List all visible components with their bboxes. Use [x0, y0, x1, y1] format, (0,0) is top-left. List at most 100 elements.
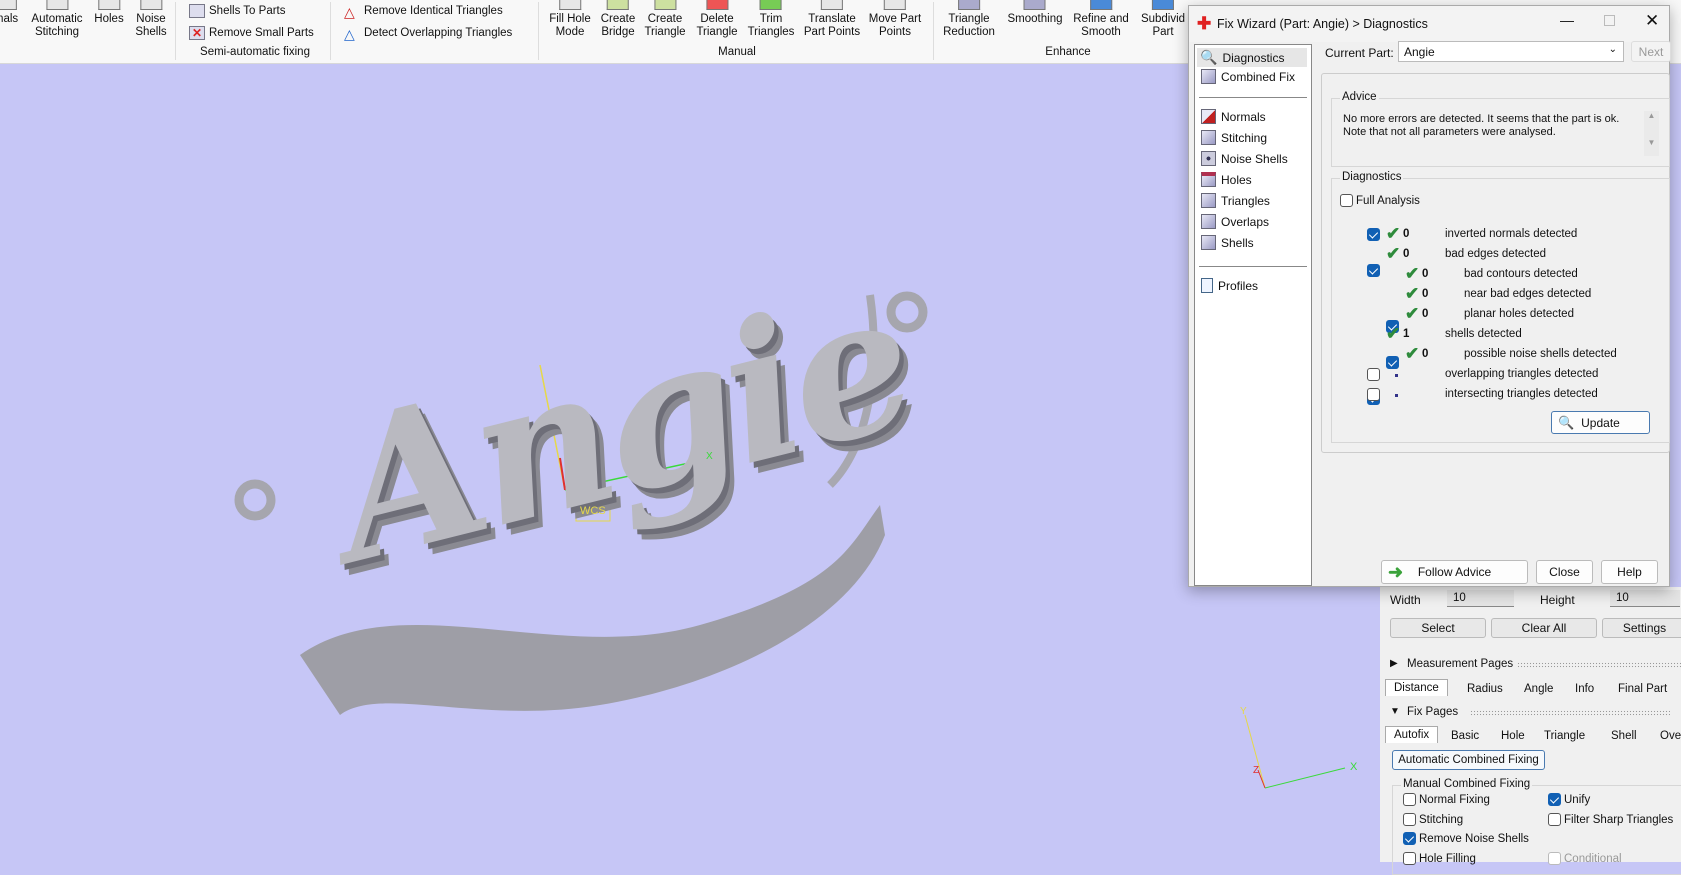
measurement-pages-header[interactable]: Measurement Pages: [1407, 658, 1513, 670]
stitching-icon: [1201, 130, 1216, 145]
advice-scrollbar[interactable]: ▲ ▼: [1644, 111, 1659, 156]
close-button[interactable]: Close: [1536, 560, 1593, 584]
button-label: Shells To Parts: [209, 5, 286, 17]
automatic-combined-fixing-button[interactable]: Automatic Combined Fixing: [1392, 750, 1545, 770]
diagnostics-title: Diagnostics: [1340, 171, 1404, 183]
row-checkbox[interactable]: [1367, 228, 1380, 241]
row-label: bad contours detected: [1464, 268, 1578, 280]
trim-triangles-button[interactable]: Trim Triangles: [748, 0, 794, 39]
nav-triangles[interactable]: Triangles: [1201, 193, 1270, 208]
shells-to-parts-icon: [189, 4, 205, 18]
tab-radius[interactable]: Radius: [1467, 683, 1503, 695]
fix-pages-header[interactable]: Fix Pages: [1407, 706, 1458, 718]
tab-hole[interactable]: Hole: [1501, 730, 1525, 742]
smoothing-icon: [1023, 0, 1046, 10]
select-button[interactable]: Select: [1390, 618, 1486, 638]
dialog-titlebar[interactable]: ✚ Fix Wizard (Part: Angie) > Diagnostics…: [1189, 6, 1669, 42]
create-triangle-button[interactable]: Create Triangle: [644, 0, 686, 39]
holes-button[interactable]: Holes: [94, 0, 124, 26]
tab-final-part[interactable]: Final Part: [1618, 683, 1667, 695]
row-count: 1: [1403, 328, 1410, 340]
triangle-reduction-button[interactable]: Triangle Reduction: [943, 0, 995, 39]
height-input[interactable]: 10: [1610, 590, 1680, 607]
maximize-button[interactable]: [1604, 15, 1615, 26]
move-points-icon: [883, 0, 906, 10]
settings-button[interactable]: Settings: [1602, 618, 1681, 638]
normal-fixing-checkbox[interactable]: Normal Fixing: [1403, 793, 1490, 806]
noise-shells-button[interactable]: Noise Shells: [135, 0, 167, 39]
nav-profiles[interactable]: Profiles: [1201, 278, 1258, 293]
nav-label: Combined Fix: [1221, 69, 1296, 84]
nav-stitching[interactable]: Stitching: [1201, 130, 1267, 145]
row-checkbox[interactable]: [1367, 368, 1380, 381]
close-window-button[interactable]: ✕: [1645, 11, 1659, 31]
x-axis-label: X: [706, 451, 713, 462]
button-label: Triangle: [948, 13, 990, 25]
filter-sharp-triangles-checkbox[interactable]: Filter Sharp Triangles: [1548, 813, 1673, 826]
nav-noise-shells[interactable]: Noise Shells: [1201, 151, 1288, 166]
nav-diagnostics[interactable]: 🔍 Diagnostics: [1197, 48, 1307, 67]
nav-normals[interactable]: Normals: [1201, 109, 1266, 124]
clear-all-button[interactable]: Clear All: [1491, 618, 1597, 638]
section-divider: [1517, 662, 1681, 668]
tab-overlaps[interactable]: Over: [1660, 730, 1681, 742]
divider: [1199, 97, 1307, 98]
3d-viewport[interactable]: Angie WCS X X Y Z: [0, 65, 1380, 862]
translate-part-points-button[interactable]: Translate Part Points: [804, 0, 860, 39]
button-label: Bridge: [601, 26, 635, 38]
width-input[interactable]: 10: [1447, 590, 1514, 607]
nav-shells[interactable]: Shells: [1201, 235, 1254, 250]
create-bridge-button[interactable]: Create Bridge: [601, 0, 635, 39]
remove-noise-shells-checkbox[interactable]: Remove Noise Shells: [1403, 832, 1529, 845]
hole-filling-checkbox[interactable]: Hole Filling: [1403, 852, 1476, 865]
row-checkbox[interactable]: [1367, 264, 1380, 277]
divider: [175, 2, 176, 60]
help-button[interactable]: Help: [1601, 560, 1658, 584]
option-label: Remove Noise Shells: [1419, 832, 1529, 845]
smoothing-button[interactable]: Smoothing: [1008, 0, 1062, 26]
minimize-button[interactable]: —: [1560, 12, 1574, 28]
remove-small-parts-button[interactable]: ✕ Remove Small Parts: [189, 26, 314, 40]
normals-button[interactable]: mals: [0, 0, 18, 26]
automatic-stitching-button[interactable]: Automatic Stitching: [31, 0, 83, 39]
triangle-reduction-icon: [957, 0, 980, 10]
collapse-triangle-icon[interactable]: ▼: [1390, 706, 1400, 717]
nav-overlaps[interactable]: Overlaps: [1201, 214, 1269, 229]
noise-shells-icon: [1201, 151, 1216, 166]
subdivide-part-button[interactable]: Subdivid Part: [1141, 0, 1185, 39]
row-checkbox[interactable]: [1386, 356, 1399, 369]
button-label: Move Part: [868, 13, 922, 25]
tab-info[interactable]: Info: [1575, 683, 1594, 695]
green-arrow-icon: ➜: [1388, 561, 1404, 582]
conditional-checkbox[interactable]: Conditional: [1548, 852, 1622, 865]
advice-text: No more errors are detected. It seems th…: [1343, 113, 1619, 139]
next-button[interactable]: Next: [1631, 41, 1671, 62]
row-checkbox[interactable]: [1367, 388, 1380, 401]
fill-hole-mode-button[interactable]: Fill Hole Mode: [549, 0, 591, 39]
nav-holes[interactable]: Holes: [1201, 172, 1252, 187]
move-part-points-button[interactable]: Move Part Points: [869, 0, 921, 39]
tab-autofix[interactable]: Autofix: [1385, 726, 1439, 743]
current-part-dropdown[interactable]: Angie ⌄: [1398, 41, 1624, 62]
tab-distance[interactable]: Distance: [1385, 679, 1448, 696]
check-icon: ✔: [1386, 244, 1401, 263]
follow-advice-button[interactable]: ➜ Follow Advice: [1381, 560, 1528, 584]
button-label: Remove Identical Triangles: [364, 5, 503, 17]
expand-triangle-icon[interactable]: ▶: [1390, 658, 1398, 669]
full-analysis-checkbox[interactable]: Full Analysis: [1340, 194, 1420, 207]
tab-triangle[interactable]: Triangle: [1544, 730, 1585, 742]
document-icon: [1201, 278, 1213, 293]
stitching-checkbox[interactable]: Stitching: [1403, 813, 1463, 826]
tab-angle[interactable]: Angle: [1524, 683, 1553, 695]
detect-overlapping-triangles-button[interactable]: △ Detect Overlapping Triangles: [344, 26, 512, 42]
button-label: Part Points: [803, 26, 861, 38]
nav-combined-fix[interactable]: Combined Fix: [1201, 69, 1295, 84]
shells-to-parts-button[interactable]: Shells To Parts: [189, 4, 286, 18]
refine-and-smooth-button[interactable]: Refine and Smooth: [1073, 0, 1129, 39]
tab-shell[interactable]: Shell: [1611, 730, 1637, 742]
remove-identical-triangles-button[interactable]: △ Remove Identical Triangles: [344, 4, 503, 20]
update-button[interactable]: 🔍 Update: [1551, 411, 1650, 434]
unify-checkbox[interactable]: Unify: [1548, 793, 1590, 806]
tab-basic[interactable]: Basic: [1451, 730, 1479, 742]
delete-triangle-button[interactable]: Delete Triangle: [696, 0, 738, 39]
